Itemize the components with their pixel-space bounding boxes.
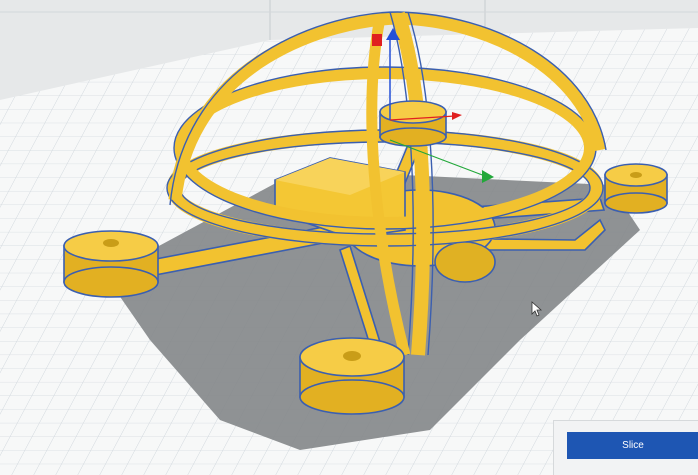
motor-mount-left bbox=[63, 230, 159, 298]
axis-x-handle-icon[interactable] bbox=[372, 34, 382, 46]
build-plate-viewport[interactable] bbox=[0, 0, 698, 475]
motor-mount-front bbox=[299, 337, 405, 415]
motor-mount-right bbox=[604, 163, 668, 214]
slice-panel: Slice bbox=[553, 420, 698, 475]
slice-button[interactable]: Slice bbox=[567, 432, 698, 459]
